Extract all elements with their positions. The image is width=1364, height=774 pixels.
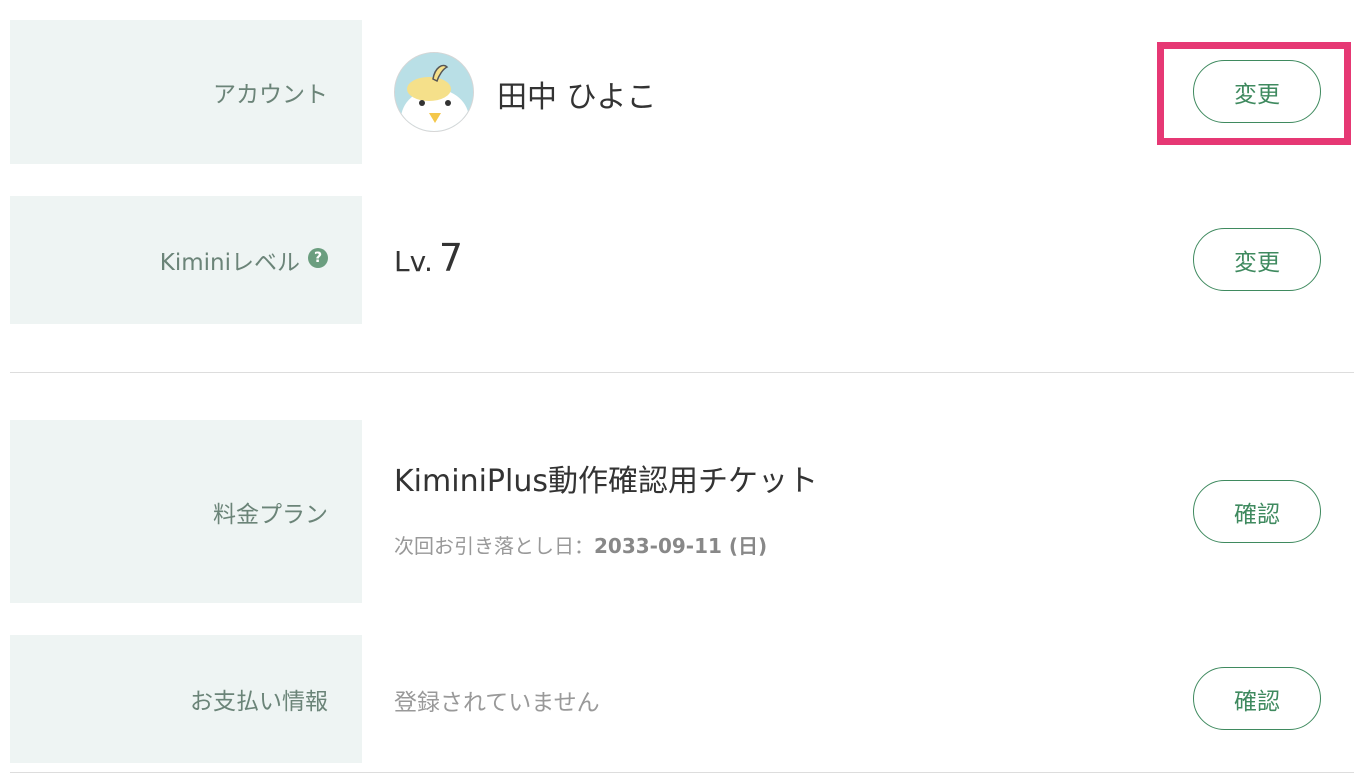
- section-divider: [10, 372, 1354, 373]
- payment-confirm-button[interactable]: 確認: [1193, 667, 1321, 730]
- payment-label-cell: お支払い情報: [10, 635, 362, 763]
- plan-label-cell: 料金プラン: [10, 420, 362, 603]
- level-label-cell: Kiminiレベル ?: [10, 196, 362, 324]
- level-change-button[interactable]: 変更: [1193, 228, 1321, 291]
- next-billing-info: 次回お引き落とし日：2033-09-11 (日): [394, 530, 767, 559]
- level-number: 7: [438, 236, 464, 280]
- next-billing-date: 2033-09-11 (日): [594, 534, 768, 558]
- account-label-cell: アカウント: [10, 20, 362, 164]
- plan-label: 料金プラン: [213, 501, 328, 528]
- chick-avatar-icon: [394, 52, 474, 132]
- question-circle-icon[interactable]: ?: [308, 248, 328, 268]
- account-name: 田中 ひよこ: [497, 80, 657, 115]
- payment-status: 登録されていません: [394, 690, 600, 716]
- account-label: アカウント: [213, 82, 328, 108]
- level-prefix: Lv.: [394, 245, 433, 278]
- level-value: Lv. 7: [394, 236, 463, 280]
- plan-name: KiminiPlus動作確認用チケット: [394, 464, 818, 499]
- chick-avatar-svg: [395, 53, 473, 131]
- level-label: Kiminiレベル: [159, 250, 300, 276]
- bottom-divider: [10, 772, 1354, 773]
- next-billing-label: 次回お引き落とし日：: [394, 534, 594, 558]
- highlight-frame: [1157, 42, 1351, 145]
- plan-confirm-button[interactable]: 確認: [1193, 480, 1321, 543]
- payment-label: お支払い情報: [190, 689, 328, 715]
